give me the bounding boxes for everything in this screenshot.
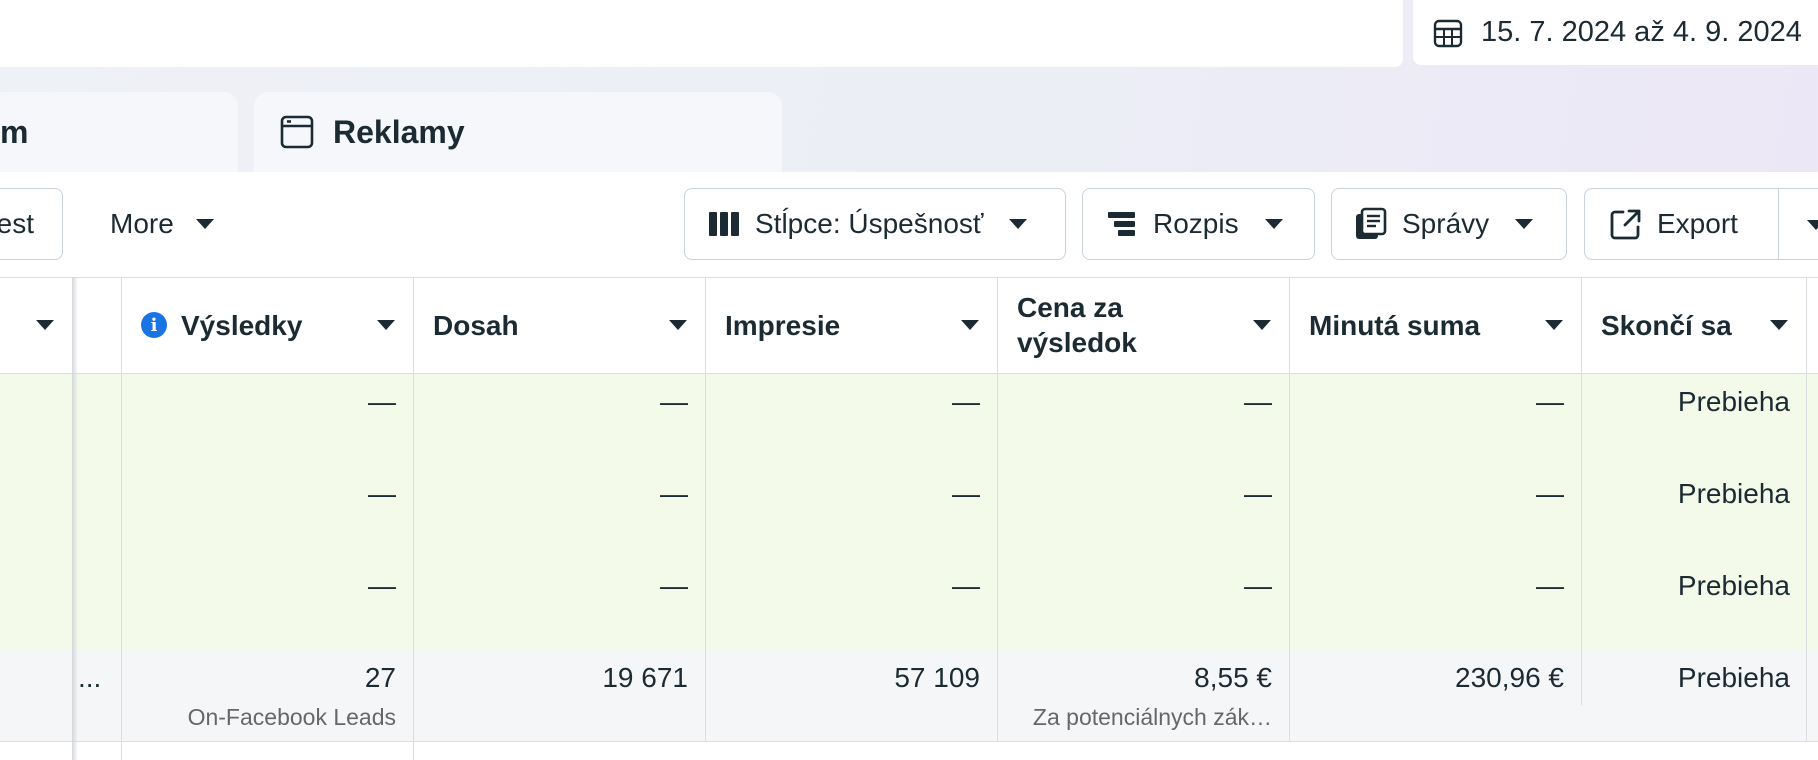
- tab-ads-label: Reklamy: [333, 113, 465, 150]
- header-results-label: Výsledky: [181, 309, 303, 341]
- breakdown-icon: [1108, 212, 1135, 236]
- cell-reach: 19 671: [602, 662, 688, 693]
- cell-reach: —: [660, 570, 688, 601]
- columns-icon: [709, 212, 739, 236]
- columns-button-label: Stĺpce: Úspešnosť: [755, 208, 984, 239]
- chevron-down-icon: [377, 320, 395, 330]
- tab-previous[interactable]: m: [0, 92, 238, 172]
- reports-button[interactable]: Správy: [1331, 188, 1567, 260]
- cell-cost: —: [1244, 478, 1272, 509]
- cell-spent: —: [1536, 478, 1564, 509]
- header-frozen-partial[interactable]: [0, 277, 72, 373]
- chevron-down-icon: [961, 320, 979, 330]
- info-icon[interactable]: i: [141, 312, 167, 338]
- cell-cost: 8,55 €: [1194, 662, 1272, 693]
- chevron-down-icon: [1545, 320, 1563, 330]
- cell-ends: Prebieha: [1677, 662, 1790, 693]
- more-button[interactable]: More: [110, 188, 214, 260]
- cell-results: —: [368, 570, 396, 601]
- more-button-label: More: [110, 208, 174, 239]
- ads-table: i Výsledky Dosah Impresie Cena za výsled…: [0, 277, 1818, 760]
- breakdown-button-label: Rozpis: [1153, 208, 1239, 239]
- header-cost-line2: výsledok: [1017, 327, 1137, 358]
- cell-reach: —: [660, 478, 688, 509]
- export-button[interactable]: Export: [1584, 188, 1818, 260]
- header-amount-spent[interactable]: Minutá suma: [1289, 277, 1581, 373]
- header-spent-label: Minutá suma: [1309, 309, 1481, 341]
- test-button[interactable]: est: [0, 188, 63, 260]
- header-cost-per-result[interactable]: Cena za výsledok: [997, 277, 1289, 373]
- chevron-down-icon: [195, 219, 214, 229]
- date-range-picker[interactable]: 15. 7. 2024 až 4. 9. 2024: [1413, 0, 1818, 65]
- cell-impressions: —: [952, 570, 980, 601]
- cell-impressions: —: [952, 478, 980, 509]
- search-area[interactable]: [0, 0, 1403, 67]
- reports-icon: [1356, 207, 1387, 239]
- divider: [0, 741, 1818, 742]
- cell-impressions: —: [952, 386, 980, 417]
- cell-results: —: [368, 478, 396, 509]
- cell-results: —: [368, 386, 396, 417]
- cell-cost: —: [1244, 386, 1272, 417]
- breakdown-button[interactable]: Rozpis: [1082, 188, 1315, 260]
- header-impressions-label: Impresie: [725, 309, 841, 341]
- header-results[interactable]: i Výsledky: [121, 277, 413, 373]
- chevron-down-icon: [1009, 219, 1028, 229]
- header-impressions[interactable]: Impresie: [705, 277, 997, 373]
- test-button-label: est: [0, 208, 34, 239]
- header-cost-line1: Cena za: [1017, 292, 1123, 323]
- chevron-down-icon: [36, 320, 54, 330]
- header-ends[interactable]: Skončí sa: [1581, 277, 1806, 373]
- cell-ends: Prebieha: [1677, 570, 1790, 601]
- chevron-down-icon: [1515, 219, 1534, 229]
- cell-reach: —: [660, 386, 688, 417]
- header-reach[interactable]: Dosah: [413, 277, 705, 373]
- reports-button-label: Správy: [1402, 208, 1490, 239]
- tab-previous-label: m: [0, 113, 29, 150]
- cell-results-type: On-Facebook Leads: [187, 704, 396, 730]
- cell-cost-type: Za potenciálnych zák…: [1032, 704, 1272, 730]
- tab-ads[interactable]: Reklamy: [254, 92, 782, 172]
- chevron-down-icon: [1253, 320, 1271, 330]
- chevron-down-icon[interactable]: [1807, 220, 1818, 230]
- table-header: i Výsledky Dosah Impresie Cena za výsled…: [0, 277, 1818, 373]
- cell-ends: Prebieha: [1677, 478, 1790, 509]
- cell-spent: —: [1536, 386, 1564, 417]
- cell-ends: Prebieha: [1677, 386, 1790, 417]
- cell-cost: —: [1244, 570, 1272, 601]
- date-range-text: 15. 7. 2024 až 4. 9. 2024: [1481, 16, 1802, 48]
- cell-results: 27: [364, 662, 396, 693]
- export-divider: [1778, 189, 1779, 259]
- calendar-icon: [1433, 19, 1463, 47]
- columns-button[interactable]: Stĺpce: Úspešnosť: [684, 188, 1066, 260]
- cell-impressions: 57 109: [894, 662, 980, 693]
- divider: [0, 373, 1818, 374]
- ad-window-icon: [280, 115, 314, 149]
- cell-spent: 230,96 €: [1455, 662, 1564, 693]
- header-reach-label: Dosah: [433, 309, 519, 341]
- top-bar: 15. 7. 2024 až 4. 9. 2024: [0, 0, 1818, 68]
- cell-truncated: ...: [78, 662, 102, 693]
- chevron-down-icon: [1770, 320, 1788, 330]
- cell-spent: —: [1536, 570, 1564, 601]
- export-icon: [1610, 209, 1641, 240]
- export-button-label: Export: [1657, 208, 1738, 239]
- chevron-down-icon: [669, 320, 687, 330]
- chevron-down-icon: [1264, 219, 1283, 229]
- header-ends-label: Skončí sa: [1601, 309, 1732, 341]
